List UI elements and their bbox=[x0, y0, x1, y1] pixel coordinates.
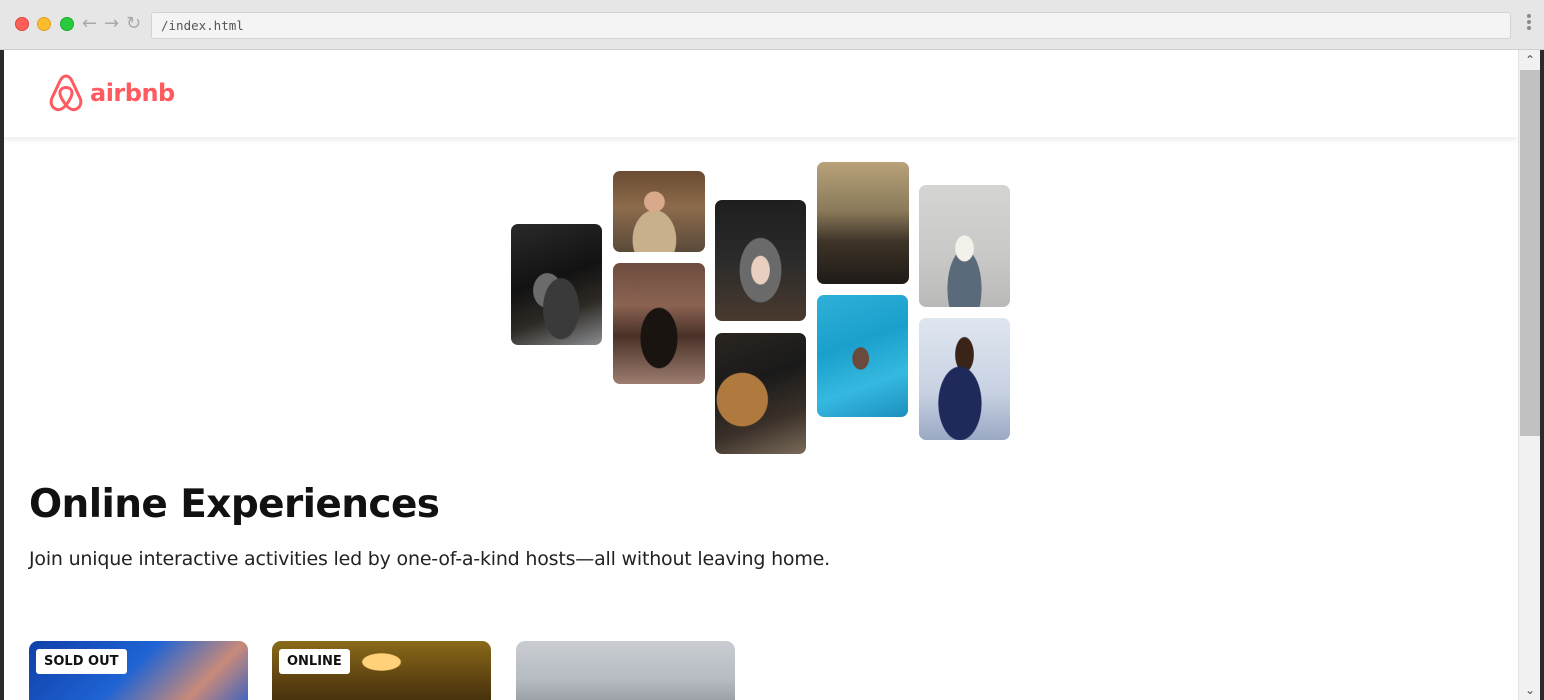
airbnb-logo[interactable]: airbnb bbox=[48, 73, 175, 113]
swimmer-photo bbox=[817, 295, 908, 417]
maximize-window-button[interactable] bbox=[60, 17, 74, 31]
site-header: airbnb bbox=[4, 50, 1518, 137]
experience-card[interactable]: ONLINE bbox=[272, 641, 491, 700]
reload-icon[interactable]: ↻ bbox=[126, 13, 141, 35]
browser-toolbar: ← → ↻ /index.html bbox=[0, 0, 1544, 50]
status-badge: SOLD OUT bbox=[36, 649, 127, 674]
experience-card[interactable]: SOLD OUT bbox=[29, 641, 248, 700]
page-title: Online Experiences bbox=[29, 482, 440, 527]
guitar-photo bbox=[715, 333, 806, 454]
scroll-up-icon[interactable]: ⌃ bbox=[1519, 51, 1541, 69]
airbnb-belo-icon bbox=[49, 74, 83, 112]
microphone-keyboard-photo bbox=[817, 162, 909, 284]
experience-card[interactable] bbox=[516, 641, 735, 700]
cooking-pans-photo bbox=[511, 224, 602, 345]
yoga-photo bbox=[919, 185, 1010, 307]
logo-text: airbnb bbox=[90, 79, 175, 107]
close-window-button[interactable] bbox=[15, 17, 29, 31]
page-subtitle: Join unique interactive activities led b… bbox=[29, 548, 830, 570]
food-bowl-photo bbox=[715, 200, 806, 321]
scrollbar-thumb[interactable] bbox=[1520, 70, 1540, 436]
minimize-window-button[interactable] bbox=[37, 17, 51, 31]
vertical-scrollbar[interactable]: ⌃ ⌄ bbox=[1518, 50, 1540, 700]
address-bar[interactable]: /index.html bbox=[151, 12, 1511, 39]
page-viewport: airbnb Online Experiences Join unique in… bbox=[4, 50, 1518, 700]
scroll-down-icon[interactable]: ⌄ bbox=[1519, 681, 1541, 699]
chef-woman-photo bbox=[613, 171, 705, 252]
dancer-doorway-photo bbox=[613, 263, 705, 384]
arrow-left-icon[interactable]: ← bbox=[82, 13, 97, 35]
status-badge: ONLINE bbox=[279, 649, 350, 674]
kebab-menu-icon[interactable] bbox=[1526, 14, 1532, 34]
url-text: /index.html bbox=[161, 18, 244, 33]
singer-photo bbox=[919, 318, 1010, 440]
arrow-right-icon[interactable]: → bbox=[104, 13, 119, 35]
